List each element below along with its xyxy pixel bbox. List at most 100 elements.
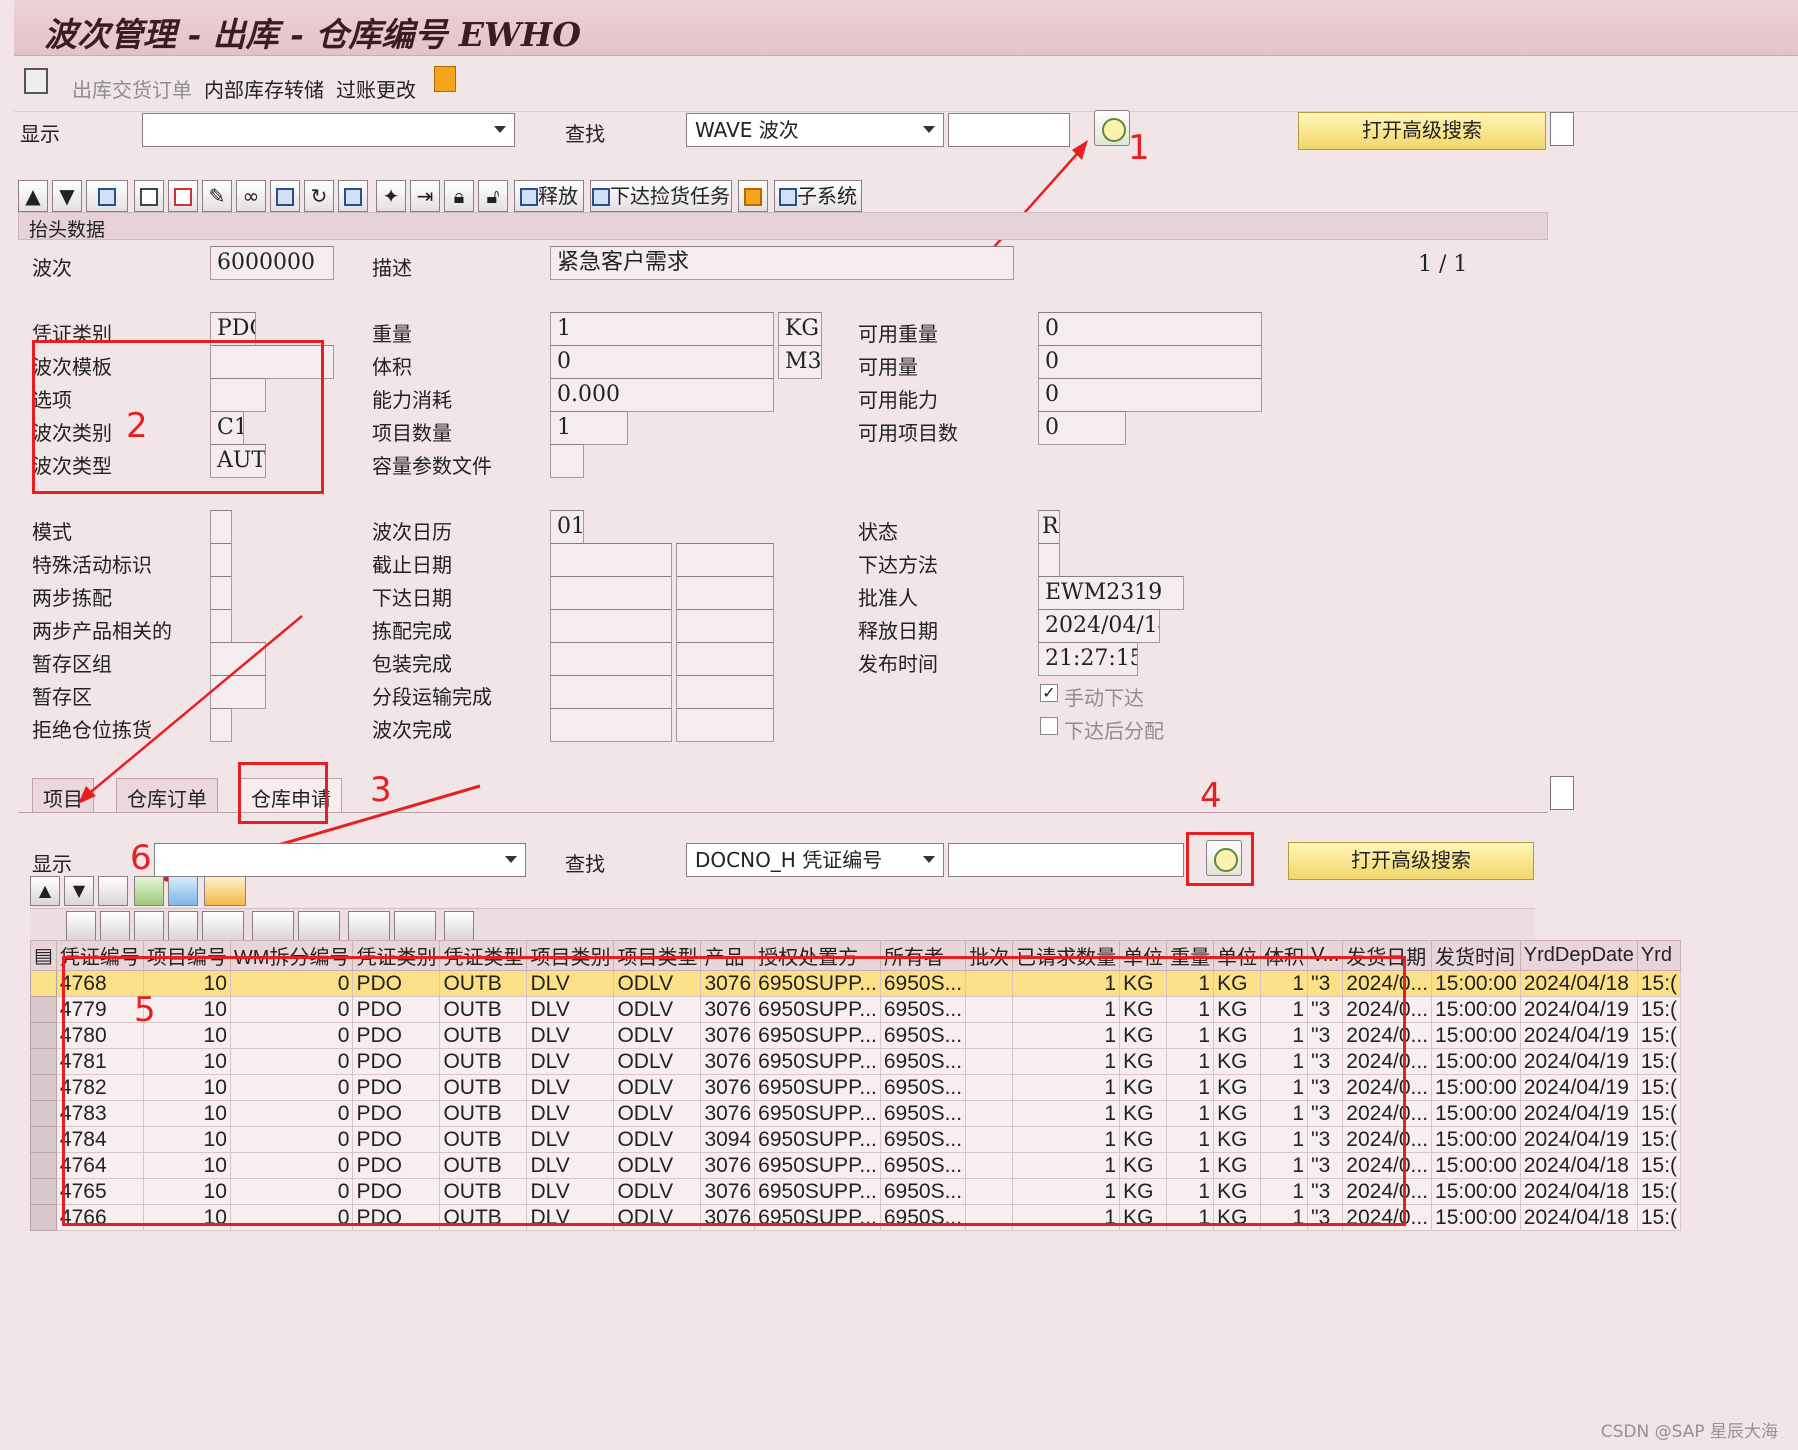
save-icon[interactable]	[338, 180, 368, 212]
capacity-profile-label: 容量参数文件	[372, 454, 492, 478]
menu-posting-change[interactable]: 过账更改	[336, 74, 416, 103]
stage-complete-date-field[interactable]	[550, 675, 672, 709]
manual-release-checkbox[interactable]: ✓	[1040, 684, 1058, 702]
refresh-icon[interactable]: ↻	[304, 180, 334, 212]
annotation-box-4	[1186, 832, 1254, 886]
release-button[interactable]: 释放	[514, 180, 584, 212]
post-release-alloc-checkbox[interactable]	[1040, 717, 1058, 735]
capacity-field[interactable]: 0.000	[550, 378, 774, 412]
list-icon[interactable]	[86, 180, 128, 212]
grid-select-all[interactable]: ▤	[30, 940, 57, 971]
weight-field[interactable]: 1	[550, 312, 774, 346]
release-date-field[interactable]	[550, 576, 672, 610]
wave-complete-date-field[interactable]	[550, 708, 672, 742]
avail-items-field[interactable]: 0	[1038, 411, 1126, 445]
sort-desc-icon[interactable]	[100, 911, 130, 941]
subtotal-icon[interactable]	[298, 911, 340, 941]
filter-icon[interactable]	[202, 911, 244, 941]
item-count-field[interactable]: 1	[550, 411, 628, 445]
release-time-field[interactable]	[676, 576, 774, 610]
grid-detail-icon[interactable]	[98, 876, 128, 906]
avail-volume-field[interactable]: 0	[1038, 345, 1262, 379]
grid-unassign-icon[interactable]	[168, 876, 198, 906]
advanced-search-button-2[interactable]: 打开高级搜索	[1288, 842, 1534, 880]
find-dropdown-2[interactable]: DOCNO_H 凭证编号	[686, 843, 944, 877]
weight-unit-field[interactable]: KG	[778, 312, 822, 346]
row-selector[interactable]	[30, 1178, 57, 1205]
up-button[interactable]: ▲	[18, 180, 48, 212]
subsystem-button[interactable]: 子系统	[774, 180, 862, 212]
show-dropdown[interactable]	[142, 113, 515, 147]
scroll-icon[interactable]	[434, 66, 456, 92]
volume-field[interactable]: 0	[550, 345, 774, 379]
export-icon[interactable]	[348, 911, 390, 941]
copy-icon[interactable]	[168, 180, 198, 212]
display-icon[interactable]: ∞	[236, 180, 266, 212]
avail-weight-field[interactable]: 0	[1038, 312, 1262, 346]
side-panel-icon[interactable]	[1550, 112, 1574, 146]
special-activity-field[interactable]	[210, 543, 232, 577]
row-selector[interactable]	[30, 1152, 57, 1179]
approver-field[interactable]: EWM2319	[1038, 576, 1184, 610]
wave-complete-time-field[interactable]	[676, 708, 774, 742]
pack-complete-time-field[interactable]	[676, 642, 774, 676]
pick-complete-time-field[interactable]	[676, 609, 774, 643]
row-selector[interactable]	[30, 1074, 57, 1101]
grid-action-menu-icon[interactable]	[204, 876, 246, 906]
release-method-field[interactable]	[1038, 543, 1060, 577]
grid-column-header[interactable]: 发货时间	[1431, 940, 1521, 971]
layout-icon[interactable]	[394, 911, 436, 941]
release-day-field[interactable]: 2024/04/14	[1038, 609, 1160, 643]
grid-down-button[interactable]: ▼	[64, 876, 94, 906]
show-dropdown-2[interactable]	[154, 843, 526, 877]
grid-column-header[interactable]: Yrd	[1636, 940, 1682, 971]
new-icon[interactable]	[134, 180, 164, 212]
print-preview-icon[interactable]	[444, 911, 474, 941]
row-selector[interactable]	[30, 1126, 57, 1153]
find-next-icon[interactable]	[168, 911, 198, 941]
side-panel-icon-2[interactable]	[1550, 776, 1574, 810]
row-selector[interactable]	[30, 996, 57, 1023]
volume-unit-field[interactable]: M3	[778, 345, 822, 379]
stage-complete-time-field[interactable]	[676, 675, 774, 709]
cutoff-date-field[interactable]	[550, 543, 672, 577]
capacity-profile-field[interactable]	[550, 444, 584, 478]
find-input-2[interactable]	[948, 843, 1184, 877]
grid-column-header[interactable]: YrdDepDate	[1519, 940, 1638, 971]
cutoff-time-field[interactable]	[676, 543, 774, 577]
split-icon[interactable]: ⇥	[410, 180, 440, 212]
wave-field[interactable]: 6000000	[210, 246, 334, 280]
sort-asc-icon[interactable]	[66, 911, 96, 941]
edit-icon[interactable]: ✎	[202, 180, 232, 212]
merge-icon[interactable]: ✦	[376, 180, 406, 212]
unlock-icon[interactable]: 🔓︎	[478, 180, 508, 212]
advanced-search-button[interactable]: 打开高级搜索	[1298, 112, 1546, 150]
scroll-icon[interactable]	[738, 180, 768, 212]
row-selector[interactable]	[30, 1100, 57, 1127]
publish-time-field[interactable]: 21:27:15	[1038, 642, 1138, 676]
row-selector[interactable]	[30, 970, 57, 997]
pick-complete-date-field[interactable]	[550, 609, 672, 643]
document-icon[interactable]	[24, 68, 48, 94]
menu-outbound-delivery[interactable]: 出库交货订单	[72, 74, 192, 103]
find-dropdown[interactable]: WAVE 波次	[686, 113, 944, 147]
avail-capacity-field[interactable]: 0	[1038, 378, 1262, 412]
pack-complete-date-field[interactable]	[550, 642, 672, 676]
row-selector[interactable]	[30, 1204, 57, 1231]
find-binoculars-icon[interactable]	[134, 911, 164, 941]
sum-icon[interactable]	[252, 911, 294, 941]
lock-icon[interactable]: 🔒︎	[444, 180, 474, 212]
dispatch-task-button[interactable]: 下达捡货任务	[590, 180, 732, 212]
down-button[interactable]: ▼	[52, 180, 82, 212]
header-data-section: 抬头数据	[18, 212, 1548, 241]
grid-up-button[interactable]: ▲	[30, 876, 60, 906]
menu-internal-transfer[interactable]: 内部库存转储	[204, 74, 324, 103]
row-selector[interactable]	[30, 1048, 57, 1075]
mode-field[interactable]	[210, 510, 232, 544]
desc-field[interactable]: 紧急客户需求	[550, 246, 1014, 280]
calendar-field[interactable]: 01	[550, 510, 584, 544]
row-selector[interactable]	[30, 1022, 57, 1049]
status-field[interactable]: R	[1038, 510, 1060, 544]
delete-icon[interactable]	[270, 180, 300, 212]
grid-assign-icon[interactable]	[134, 876, 164, 906]
